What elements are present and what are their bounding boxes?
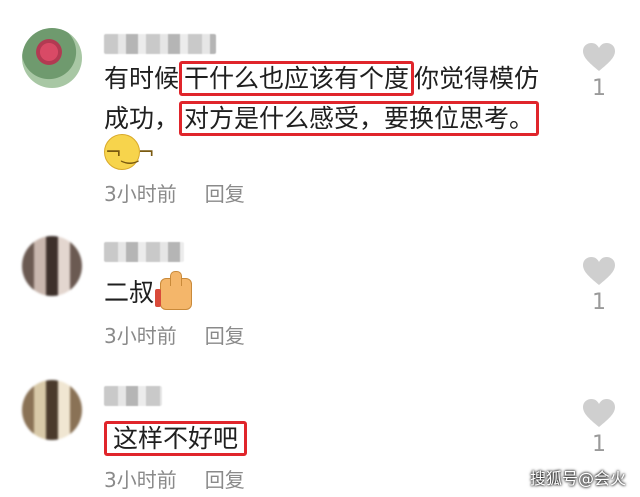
watermark: 搜狐号@会火 bbox=[529, 469, 626, 488]
comment-text-line-2: 成功， 对方是什么感受，要换位思考。 bbox=[104, 98, 540, 139]
comment-meta: 3小时前 回复 bbox=[104, 464, 245, 493]
thumbs-up-icon bbox=[155, 271, 193, 310]
like-button[interactable]: 1 bbox=[578, 398, 620, 457]
comment-text: 二叔 bbox=[104, 271, 193, 313]
like-count: 1 bbox=[592, 290, 606, 315]
like-count: 1 bbox=[592, 432, 606, 457]
username-blurred[interactable] bbox=[104, 386, 162, 406]
highlight-box: 对方是什么感受，要换位思考。 bbox=[179, 101, 540, 136]
smirk-emoji-icon: ¬‿¬ bbox=[104, 134, 155, 170]
like-button[interactable]: 1 bbox=[578, 256, 620, 315]
comment-text-line-1: 有时候 干什么也应该有个度 你觉得模仿 bbox=[104, 58, 539, 99]
comment-meta: 3小时前 回复 bbox=[104, 320, 245, 349]
avatar[interactable] bbox=[22, 236, 82, 296]
heart-icon bbox=[583, 257, 615, 285]
timestamp: 3小时前 bbox=[104, 468, 177, 492]
heart-icon bbox=[583, 43, 615, 71]
username-blurred[interactable] bbox=[104, 242, 184, 262]
like-button[interactable]: 1 bbox=[578, 42, 620, 101]
like-count: 1 bbox=[592, 76, 606, 101]
comment-meta: 3小时前 回复 bbox=[104, 178, 245, 207]
username-blurred[interactable] bbox=[104, 34, 216, 54]
reply-button[interactable]: 回复 bbox=[205, 324, 245, 348]
reply-button[interactable]: 回复 bbox=[205, 182, 245, 206]
comment-text: 这样不好吧 bbox=[104, 418, 248, 459]
avatar[interactable] bbox=[22, 28, 82, 88]
timestamp: 3小时前 bbox=[104, 182, 177, 206]
highlight-box: 这样不好吧 bbox=[104, 421, 248, 456]
heart-icon bbox=[583, 399, 615, 427]
highlight-box: 干什么也应该有个度 bbox=[179, 61, 415, 96]
reply-button[interactable]: 回复 bbox=[205, 468, 245, 492]
timestamp: 3小时前 bbox=[104, 324, 177, 348]
avatar[interactable] bbox=[22, 380, 82, 440]
